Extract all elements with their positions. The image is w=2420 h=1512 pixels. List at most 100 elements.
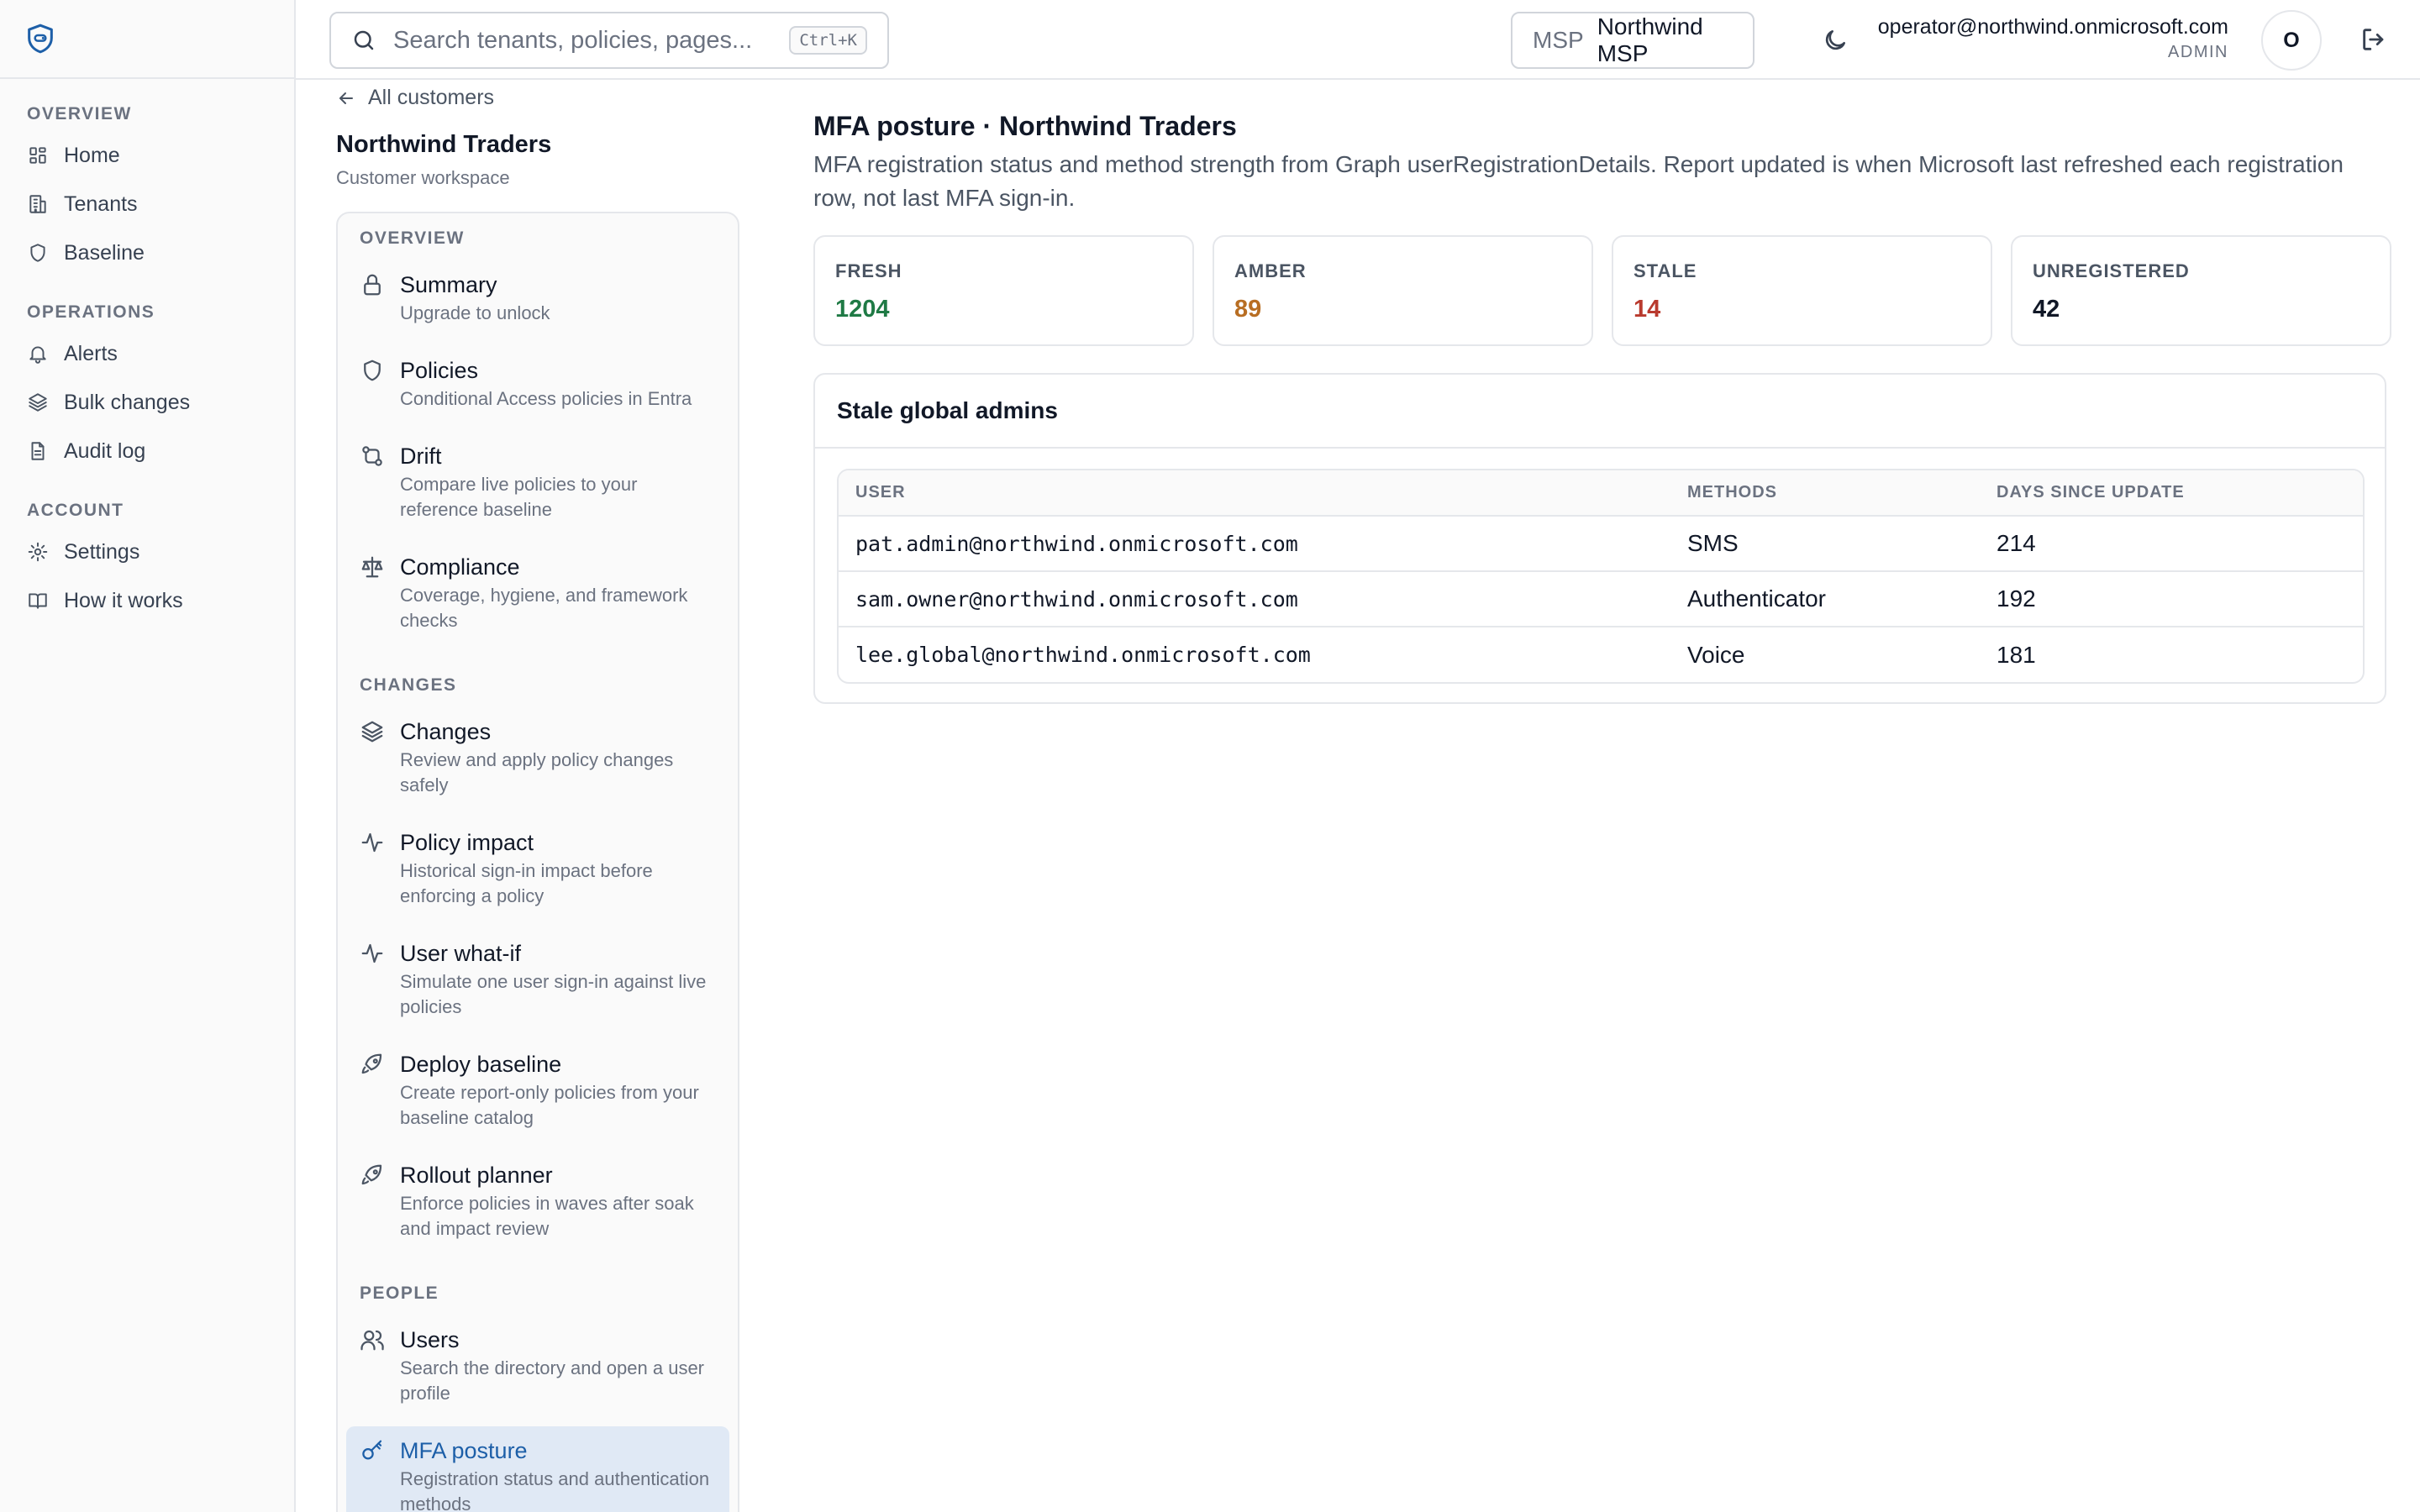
activity-icon (361, 943, 383, 963)
sidebar-item-audit-log[interactable]: Audit log (27, 427, 267, 475)
customer-nav-item-deploy-baseline[interactable]: Deploy baseline Create report-only polici… (346, 1040, 729, 1141)
stat-card-unregistered: UNREGISTERED 42 (2011, 235, 2391, 346)
nav-item-description: Upgrade to unlock (400, 302, 550, 323)
panel-title: Stale global admins (815, 375, 2385, 449)
sidebar-item-label: Baseline (64, 240, 145, 265)
logo[interactable] (0, 0, 294, 79)
days-cell: 192 (1996, 571, 2363, 627)
customer-nav-item-policies[interactable]: Policies Conditional Access policies in E… (346, 346, 729, 422)
sidebar-nav: OVERVIEW Home Tenants Baseline OPERATIONS Ale… (0, 104, 294, 625)
git-compare-icon (362, 446, 382, 466)
user-cell: sam.owner@northwind.onmicrosoft.com (839, 571, 1687, 627)
sidebar-heading: OVERVIEW (27, 104, 132, 123)
nav-item-description: Review and apply policy changes safely (400, 749, 674, 795)
user-info: operator@northwind.onmicrosoft.com ADMIN (1878, 15, 2228, 62)
days-cell: 214 (1996, 516, 2363, 572)
gear-icon (28, 542, 48, 562)
sidebar-item-home[interactable]: Home (27, 131, 267, 180)
nav-item-title: Policy impact (400, 830, 534, 855)
nav-item-description: Simulate one user sign-in against live p… (400, 971, 707, 1017)
nav-item-title: Rollout planner (400, 1163, 553, 1188)
table-row[interactable]: pat.admin@northwind.onmicrosoft.com SMS 21… (839, 516, 2363, 572)
layers-icon (361, 721, 383, 743)
shield-icon (30, 244, 45, 262)
customer-nav-item-compliance[interactable]: Compliance Coverage, hygiene, and framewo… (346, 543, 729, 643)
stat-label: FRESH (835, 260, 902, 281)
stat-value: 89 (1234, 296, 1262, 323)
sidebar-item-label: Bulk changes (64, 390, 191, 414)
users-icon (360, 1330, 384, 1351)
customer-subtitle: Customer workspace (336, 167, 510, 188)
sidebar-item-alerts[interactable]: Alerts (27, 329, 267, 378)
sidebar-item-how-it-works[interactable]: How it works (27, 576, 267, 625)
customer-nav-item-users[interactable]: Users Search the directory and open a use… (346, 1315, 729, 1416)
global-sidebar: OVERVIEW Home Tenants Baseline OPERATIONS Ale… (0, 0, 296, 1512)
arrow-left-icon (339, 92, 353, 104)
search-input[interactable]: Search tenants, policies, pages... Ctrl+… (329, 12, 889, 69)
avatar[interactable]: O (2261, 10, 2322, 71)
sidebar-item-label: Alerts (64, 341, 118, 365)
table-row[interactable]: lee.global@northwind.onmicrosoft.com Voic… (839, 627, 2363, 682)
stat-cards: FRESH 1204 AMBER 89 STALE 14 UNREGISTERED 42 (813, 235, 2391, 346)
logout-icon[interactable] (2360, 25, 2388, 54)
stale-admins-panel: Stale global admins USER METHODS DAYS SI… (813, 373, 2386, 704)
stat-value: 14 (1634, 296, 1661, 323)
nav-item-description: Conditional Access policies in Entra (400, 388, 692, 409)
sidebar-item-bulk-changes[interactable]: Bulk changes (27, 378, 267, 427)
sidebar-item-label: Home (64, 143, 120, 167)
methods-cell: Authenticator (1687, 571, 1996, 627)
stat-card-amber: AMBER 89 (1213, 235, 1593, 346)
stat-card-fresh: FRESH 1204 (813, 235, 1194, 346)
user-cell: lee.global@northwind.onmicrosoft.com (855, 643, 1311, 667)
methods-cell: Voice (1687, 641, 1745, 668)
column-header-days: DAYS SINCE UPDATE (1996, 470, 2363, 517)
building-icon (29, 195, 46, 213)
column-header-methods: METHODS (1687, 470, 1996, 517)
nav-item-description: Compare live policies to your reference … (400, 474, 638, 520)
back-to-customers-link[interactable]: All customers (336, 86, 494, 110)
msp-name: Northwind MSP (1597, 13, 1703, 66)
sidebar-item-tenants[interactable]: Tenants (27, 180, 267, 228)
sidebar-item-label: Settings (64, 539, 140, 564)
nav-item-title: Compliance (400, 554, 520, 580)
sidebar-item-baseline[interactable]: Baseline (27, 228, 267, 277)
sidebar-item-settings[interactable]: Settings (27, 528, 267, 576)
stat-value: 42 (2033, 296, 2060, 323)
bell-icon (29, 346, 46, 364)
grid-icon (29, 147, 46, 164)
shield-icon (364, 360, 381, 381)
stat-value: 1204 (835, 296, 890, 323)
nav-item-description: Create report-only policies from your ba… (400, 1082, 699, 1128)
page-title: MFA posture · Northwind Traders (813, 111, 1237, 141)
stat-label: AMBER (1234, 260, 1307, 281)
customer-nav-item-policy-impact[interactable]: Policy impact Historical sign-in impact b… (346, 818, 729, 919)
customer-name: Northwind Traders (336, 131, 552, 158)
customer-nav-item-user-what-if[interactable]: User what-if Simulate one user sign-in ag… (346, 929, 729, 1030)
customer-nav-item-summary[interactable]: Summary Upgrade to unlock (346, 260, 729, 336)
customer-nav-item-changes[interactable]: Changes Review and apply policy changes s… (346, 707, 729, 808)
customer-nav-item-drift[interactable]: Drift Compare live policies to your refer… (346, 432, 729, 533)
customer-nav-heading: OVERVIEW (360, 228, 465, 248)
msp-switcher[interactable]: MSP Northwind MSP (1511, 12, 1754, 69)
moon-icon[interactable] (1822, 27, 1849, 54)
top-bar: Search tenants, policies, pages... Ctrl+… (296, 0, 2420, 80)
nav-item-title: MFA posture (400, 1438, 528, 1463)
nav-item-title: Drift (400, 444, 442, 469)
app-root: OVERVIEW Home Tenants Baseline OPERATIONS Ale… (0, 0, 2420, 1512)
customer-nav-item-mfa-posture[interactable]: MFA posture Registration status and authe… (346, 1426, 729, 1512)
book-icon (29, 593, 47, 609)
nav-item-title: Deploy baseline (400, 1052, 562, 1077)
stat-card-stale: STALE 14 (1612, 235, 1992, 346)
customer-nav: OVERVIEW Summary Upgrade to unlock Policies… (336, 212, 739, 1512)
nav-item-title: User what-if (400, 941, 522, 966)
methods-cell: SMS (1687, 516, 1996, 572)
nav-item-description: Registration status and authentication m… (400, 1468, 710, 1512)
customer-nav-item-rollout-planner[interactable]: Rollout planner Enforce policies in waves… (346, 1151, 729, 1252)
table-body: pat.admin@northwind.onmicrosoft.com SMS 21… (839, 516, 2363, 682)
nav-item-description: Historical sign-in impact before enforci… (400, 860, 653, 906)
sidebar-item-label: How it works (64, 588, 183, 612)
nav-item-title: Summary (400, 272, 497, 297)
table-row[interactable]: sam.owner@northwind.onmicrosoft.com Authe… (839, 571, 2363, 627)
table-header-row: USER METHODS DAYS SINCE UPDATE (839, 470, 2363, 517)
customer-nav-heading: CHANGES (360, 675, 457, 695)
